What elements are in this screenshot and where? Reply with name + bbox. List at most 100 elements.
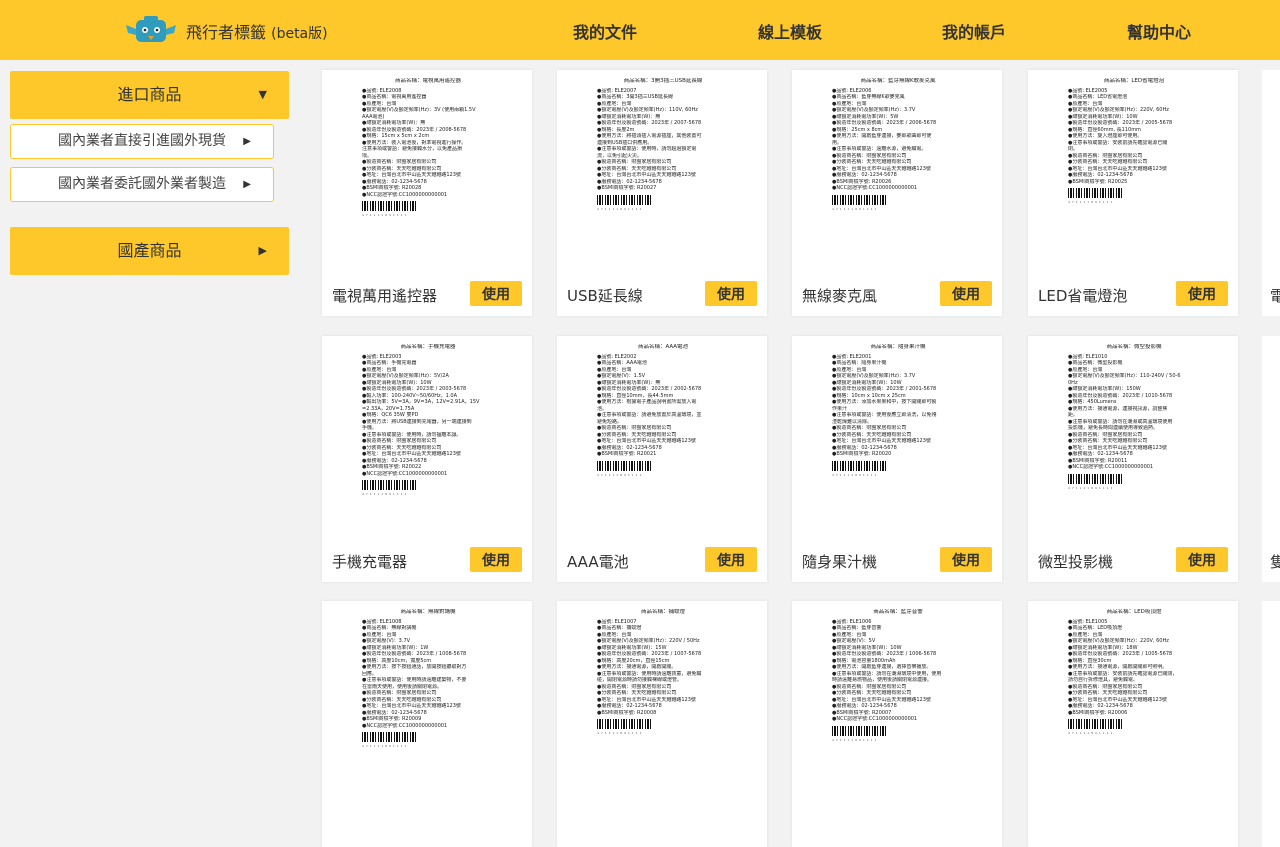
label-line: ●額定電壓(V)及額定頻率(Hz)：3V (使用兩顆1.5V: [362, 107, 476, 113]
label-preview: 商品名稱：LED省電燈泡 ●品號: ELE2005 ●商品名稱：LED省電燈泡 ●原產…: [1068, 78, 1200, 256]
use-button[interactable]: 使用: [470, 547, 522, 572]
barcode-icon: [832, 460, 888, 471]
label-title: 商品名稱：電視萬用遙控器: [394, 78, 461, 84]
label-title: 商品名稱：捕蚊燈: [640, 609, 685, 615]
card-title: 電: [1270, 287, 1280, 305]
template-card[interactable]: 商品名稱：藍芽無線K歌麥克風 ●品號: ELE2006 ●商品名稱：藍芽無線K歌麥克…: [792, 70, 1002, 316]
label-preview: 商品名稱：AAA電池 ●品號: ELE2002 ●商品名稱：AAA電池 ●原產地：台灣…: [597, 344, 729, 522]
caret-right-icon: ▶: [243, 179, 251, 190]
sidebar-sub-commissioned[interactable]: 國內業者委託國外業者製造 ▶: [10, 167, 274, 202]
label-title: 商品名稱：AAA電池: [637, 344, 689, 350]
barcode-number-icon: 4 7 1 1 1 1 8 9 1 1 1 1: [1068, 200, 1113, 204]
label-title: 商品名稱：藍芽音響: [873, 609, 923, 615]
nav-my-documents[interactable]: 我的文件: [573, 19, 637, 43]
brand-name: 飛行者標籤: [186, 23, 267, 42]
use-button[interactable]: 使用: [1176, 547, 1228, 572]
label-preview: 商品名稱：手機充電器 ●品號: ELE2003 ●商品名稱：手機充電器 ●原產地：台灣…: [362, 344, 494, 522]
label-line: ●NCC認證字號:CC1000000000001: [1068, 464, 1154, 470]
label-line: ●NCC認證字號:CC1000000000001: [362, 722, 448, 729]
label-title: 商品名稱：藍芽無線K歌麥克風: [860, 78, 936, 84]
label-line: ●NCC認證字號:CC1000000000001: [362, 470, 448, 477]
card-title: 無線麥克風: [802, 287, 878, 305]
barcode-icon: [1068, 719, 1124, 729]
template-card-partial[interactable]: 電: [1262, 70, 1280, 316]
use-button[interactable]: 使用: [470, 281, 522, 306]
label-title: 商品名稱：微型投影機: [1106, 344, 1162, 350]
label-line: ●BSMI商檢字號: R20021: [597, 451, 657, 457]
template-card[interactable]: 商品名稱：3開3插三USB延長線 ●品號: ELE2007 ●商品名稱：3開3插三U…: [557, 70, 767, 316]
template-card[interactable]: 商品名稱：手機充電器 ●品號: ELE2003 ●商品名稱：手機充電器 ●原產地：台灣…: [322, 336, 532, 582]
sidebar-domestic-goods[interactable]: 國產商品 ▶: [10, 227, 289, 275]
label-title: 商品名稱：隨身果汁機: [870, 344, 926, 350]
card-title: 微型投影機: [1038, 553, 1114, 571]
template-card-partial[interactable]: [1262, 601, 1280, 847]
label-line: ●BSMI商檢字號: R20027: [597, 185, 657, 191]
use-button[interactable]: 使用: [705, 281, 757, 306]
label-preview: 商品名稱：藍芽音響 ●品號: ELE1006 ●商品名稱：藍芽音響 ●原產地：台灣 ●額…: [832, 609, 964, 787]
barcode-number-icon: 4 7 1 1 1 1 8 9 1 1 1 1: [832, 737, 877, 742]
brand-title[interactable]: 飛行者標籤 (beta版): [186, 19, 328, 43]
sidebar-sub-direct-import[interactable]: 國內業者直接引進國外現貨 ▶: [10, 124, 274, 159]
template-card[interactable]: 商品名稱：無線對講機 ●品號: ELE1008 ●商品名稱：無線對講機 ●原產地：台灣…: [322, 601, 532, 847]
template-card[interactable]: 商品名稱：隨身果汁機 ●品號: ELE2001 ●商品名稱：隨身果汁機 ●原產地：台灣…: [792, 336, 1002, 582]
barcode-number-icon: 4 7 1 1 1 1 8 9 1 1 1 1: [597, 472, 642, 477]
barcode-icon: [832, 194, 888, 205]
use-button[interactable]: 使用: [940, 547, 992, 572]
barcode-number-icon: 4 7 1 1 1 1 8 9 1 1 1 1: [1068, 731, 1113, 735]
label-title: 商品名稱：手機充電器: [400, 344, 456, 350]
nav-my-account[interactable]: 我的帳戶: [942, 19, 1006, 43]
caret-down-icon: ▼: [258, 88, 267, 101]
label-preview: 商品名稱：3開3插三USB延長線 ●品號: ELE2007 ●商品名稱：3開3插三U…: [597, 78, 729, 256]
label-title: 商品名稱：LED吸頂燈: [1106, 609, 1162, 615]
label-line: ●BSMI商檢字號: R20025: [1068, 178, 1128, 185]
label-line: ●BSMI商檢字號: R20008: [597, 709, 657, 716]
label-preview: 商品名稱：隨身果汁機 ●品號: ELE2001 ●商品名稱：隨身果汁機 ●原產地：台灣…: [832, 344, 964, 522]
barcode-icon: [362, 480, 418, 490]
label-line: ●NCC認證字號:CC1000000000001: [362, 191, 448, 198]
sidebar-domestic-label: 國產商品: [117, 241, 182, 260]
template-card-partial[interactable]: 隻: [1262, 336, 1280, 582]
template-card[interactable]: 商品名稱：藍芽音響 ●品號: ELE1006 ●商品名稱：藍芽音響 ●原產地：台灣 ●額…: [792, 601, 1002, 847]
use-button[interactable]: 使用: [705, 547, 757, 572]
barcode-icon: [1068, 188, 1124, 198]
label-preview: 商品名稱：LED吸頂燈 ●品號: ELE1005 ●商品名稱：LED吸頂燈 ●原產地：…: [1068, 609, 1200, 787]
label-title: 商品名稱：3開3插三USB延長線: [623, 78, 703, 84]
barcode-icon: [362, 732, 418, 742]
barcode-number-icon: 4 7 1 1 1 1 8 9 1 1 1 1: [362, 213, 407, 217]
template-card[interactable]: 商品名稱：電視萬用遙控器 ●品號: ELE2008 ●商品名稱：電視萬用遙控器 ●原產…: [322, 70, 532, 316]
label-line: ●額定電壓(V)及額定頻率(Hz)：110-240V / 50-6: [1068, 373, 1181, 379]
card-title: 手機充電器: [332, 553, 408, 571]
barcode-icon: [597, 194, 653, 205]
sidebar-imported-goods[interactable]: 進口商品 ▼: [10, 71, 289, 119]
card-title: 隨身果汁機: [802, 553, 878, 571]
use-button[interactable]: 使用: [1176, 281, 1228, 306]
barcode-number-icon: 4 7 1 1 1 1 8 9 1 1 1 1: [832, 472, 877, 477]
barcode-icon: [597, 460, 653, 471]
barcode-icon: [832, 725, 888, 736]
card-title: 電視萬用遙控器: [332, 287, 438, 305]
card-title: AAA電池: [567, 553, 629, 571]
label-line: ●NCC認證字號:CC1000000000001: [832, 185, 918, 191]
sidebar-sub-direct-import-label: 國內業者直接引進國外現貨: [58, 133, 226, 149]
label-preview: 商品名稱：無線對講機 ●品號: ELE1008 ●商品名稱：無線對講機 ●原產地：台灣…: [362, 609, 494, 787]
barcode-number-icon: 4 7 1 1 1 1 8 9 1 1 1 1: [597, 206, 642, 211]
barcode-number-icon: 4 7 1 1 1 1 8 9 1 1 1 1: [832, 206, 877, 211]
template-card[interactable]: 商品名稱：微型投影機 ●品號: ELE1010 ●商品名稱：微型投影機 ●原產地：台灣…: [1028, 336, 1238, 582]
caret-right-icon: ▶: [258, 244, 267, 257]
label-preview: 商品名稱：藍芽無線K歌麥克風 ●品號: ELE2006 ●商品名稱：藍芽無線K歌麥克…: [832, 78, 964, 256]
label-preview: 商品名稱：微型投影機 ●品號: ELE1010 ●商品名稱：微型投影機 ●原產地：台灣…: [1068, 344, 1200, 522]
use-button[interactable]: 使用: [940, 281, 992, 306]
template-card[interactable]: 商品名稱：捕蚊燈 ●品號: ELE1007 ●商品名稱：捕蚊燈 ●原產地：台灣 ●額定電…: [557, 601, 767, 847]
label-preview: 商品名稱：捕蚊燈 ●品號: ELE1007 ●商品名稱：捕蚊燈 ●原產地：台灣 ●額定電…: [597, 609, 729, 787]
sidebar-imported-label: 進口商品: [117, 85, 182, 104]
nav-help-center[interactable]: 幫助中心: [1127, 19, 1191, 43]
label-title: 商品名稱：LED省電燈泡: [1103, 78, 1165, 84]
template-card[interactable]: 商品名稱：AAA電池 ●品號: ELE2002 ●商品名稱：AAA電池 ●原產地：台灣…: [557, 336, 767, 582]
label-line: ●NCC認證字號:CC1000000000001: [832, 716, 918, 722]
nav-online-templates[interactable]: 線上模板: [758, 19, 822, 43]
flyer-logo-icon[interactable]: [124, 13, 178, 47]
template-card[interactable]: 商品名稱：LED吸頂燈 ●品號: ELE1005 ●商品名稱：LED吸頂燈 ●原產地：…: [1028, 601, 1238, 847]
template-card[interactable]: 商品名稱：LED省電燈泡 ●品號: ELE2005 ●商品名稱：LED省電燈泡 ●原產…: [1028, 70, 1238, 316]
caret-right-icon: ▶: [243, 136, 251, 147]
barcode-number-icon: 4 7 1 1 1 1 8 9 1 1 1 1: [362, 492, 407, 496]
